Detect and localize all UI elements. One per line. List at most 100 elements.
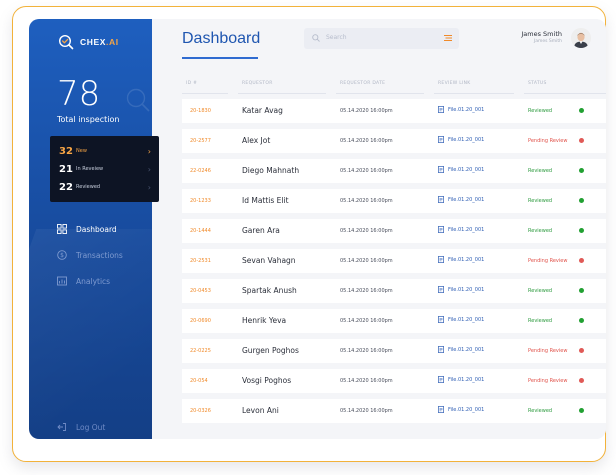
document-icon [438, 136, 444, 143]
review-link-text[interactable]: File.01.20_001 [448, 347, 484, 353]
sidebar-item-transactions[interactable]: $ Transactions [57, 248, 123, 262]
total-inspection-label: Total inspection [57, 115, 120, 124]
document-icon [438, 286, 444, 293]
review-link[interactable]: File.01.20_001 [438, 106, 484, 113]
sidebar-item-analytics[interactable]: Analytics [57, 274, 110, 288]
review-link-text[interactable]: File.01.20_001 [448, 227, 484, 233]
review-link[interactable]: File.01.20_001 [438, 286, 484, 293]
table-row[interactable]: 20-1830 Katar Avag 05.14.2020 16:00pm File.… [182, 99, 606, 123]
status-text: Pending Review [528, 348, 568, 354]
row-id[interactable]: 20-0690 [190, 318, 211, 324]
column-header-requestor-date[interactable]: REQUESTOR DATE [340, 81, 385, 86]
column-header-id[interactable]: ID # [186, 81, 197, 86]
row-id[interactable]: 20-1233 [190, 198, 211, 204]
status-text: Pending Review [528, 258, 568, 264]
review-link-text[interactable]: File.01.20_001 [448, 107, 484, 113]
column-header-review-link[interactable]: REVIEW LINK [438, 81, 471, 86]
row-id[interactable]: 20-2531 [190, 258, 211, 264]
document-icon [438, 256, 444, 263]
logout-button[interactable]: Log Out [57, 420, 105, 434]
row-id[interactable]: 20-054 [190, 378, 208, 384]
review-link[interactable]: File.01.20_001 [438, 346, 484, 353]
chevron-right-icon: › [147, 182, 151, 192]
table-row[interactable]: 20-054 Vosgi Poghos 05.14.2020 16:00pm File… [182, 369, 606, 393]
count-label: Reviewed [76, 184, 101, 190]
row-requestor: Sevan Vahagn [242, 256, 296, 265]
column-header-requestor[interactable]: REQUESTOR [242, 81, 273, 86]
row-date: 05.14.2020 16:00pm [340, 228, 393, 234]
row-id[interactable]: 20-1444 [190, 228, 211, 234]
avatar[interactable] [571, 28, 591, 48]
row-date: 05.14.2020 16:00pm [340, 258, 393, 264]
table-row[interactable]: 22-0225 Gurgen Poghos 05.14.2020 16:00pm Fi… [182, 339, 606, 363]
review-link-text[interactable]: File.01.20_001 [448, 167, 484, 173]
row-id[interactable]: 22-0246 [190, 168, 211, 174]
row-id[interactable]: 20-0453 [190, 288, 211, 294]
row-id[interactable]: 20-1830 [190, 108, 211, 114]
search-input[interactable]: Search [326, 34, 347, 41]
search-bar[interactable]: Search [304, 28, 459, 49]
document-icon [438, 346, 444, 353]
column-header-status[interactable]: STATUS [528, 81, 547, 86]
sidebar-item-label: Dashboard [76, 224, 117, 234]
chevron-right-icon: › [147, 164, 151, 174]
row-id[interactable]: 20-2577 [190, 138, 211, 144]
row-requestor: Id Mattis Elit [242, 196, 289, 205]
sidebar-item-label: Transactions [76, 250, 123, 260]
row-requestor: Garen Ara [242, 226, 280, 235]
svg-text:$: $ [60, 252, 64, 259]
status-text: Pending Review [528, 138, 568, 144]
table-row[interactable]: 20-2577 Alex Jot 05.14.2020 16:00pm File.01… [182, 129, 606, 153]
status-text: Reviewed [528, 108, 553, 114]
document-icon [438, 226, 444, 233]
document-icon [438, 166, 444, 173]
table-row[interactable]: 20-0690 Henrik Yeva 05.14.2020 16:00pm File… [182, 309, 606, 333]
row-date: 05.14.2020 16:00pm [340, 168, 393, 174]
status-dot-icon [579, 318, 584, 323]
count-new[interactable]: 32 New › [59, 143, 151, 159]
review-link-text[interactable]: File.01.20_001 [448, 197, 484, 203]
app-window: CHEX.AI 78 Total inspection 32 New › 21 … [29, 19, 606, 439]
status-text: Reviewed [528, 288, 553, 294]
row-requestor: Henrik Yeva [242, 316, 287, 325]
status-text: Reviewed [528, 228, 553, 234]
review-link-text[interactable]: File.01.20_001 [448, 407, 484, 413]
row-date: 05.14.2020 16:00pm [340, 408, 393, 414]
review-link[interactable]: File.01.20_001 [438, 316, 484, 323]
count-value: 22 [59, 181, 73, 193]
table-row[interactable]: 20-1233 Id Mattis Elit 05.14.2020 16:00pm F… [182, 189, 606, 213]
review-link[interactable]: File.01.20_001 [438, 376, 484, 383]
review-link-text[interactable]: File.01.20_001 [448, 287, 484, 293]
column-divider [434, 93, 514, 94]
logo[interactable]: CHEX.AI [58, 34, 119, 50]
filter-icon[interactable] [443, 33, 453, 43]
count-reviewed[interactable]: 22 Reviewed › [59, 179, 151, 195]
sidebar-item-dashboard[interactable]: Dashboard [57, 222, 117, 236]
row-requestor: Katar Avag [242, 106, 283, 115]
row-id[interactable]: 20-0326 [190, 408, 211, 414]
status-dot-icon [579, 408, 584, 413]
review-link-text[interactable]: File.01.20_001 [448, 257, 484, 263]
review-link[interactable]: File.01.20_001 [438, 406, 484, 413]
column-divider [238, 93, 326, 94]
table-row[interactable]: 20-0453 Spartak Anush 05.14.2020 16:00pm Fi… [182, 279, 606, 303]
review-link[interactable]: File.01.20_001 [438, 136, 484, 143]
review-link-text[interactable]: File.01.20_001 [448, 317, 484, 323]
user-role: James Smith [533, 39, 562, 44]
table-row[interactable]: 22-0246 Diego Mahnath 05.14.2020 16:00pm Fi… [182, 159, 606, 183]
status-dot-icon [579, 258, 584, 263]
table-row[interactable]: 20-2531 Sevan Vahagn 05.14.2020 16:00pm Fil… [182, 249, 606, 273]
review-link[interactable]: File.01.20_001 [438, 166, 484, 173]
review-link[interactable]: File.01.20_001 [438, 256, 484, 263]
status-text: Reviewed [528, 408, 553, 414]
page-title: Dashboard [182, 30, 261, 47]
review-link[interactable]: File.01.20_001 [438, 196, 484, 203]
table-row[interactable]: 20-0326 Levon Ani 05.14.2020 16:00pm File.0… [182, 399, 606, 423]
review-link-text[interactable]: File.01.20_001 [448, 377, 484, 383]
review-link[interactable]: File.01.20_001 [438, 226, 484, 233]
user-avatar-icon [571, 28, 591, 48]
table-row[interactable]: 20-1444 Garen Ara 05.14.2020 16:00pm File.0… [182, 219, 606, 243]
count-in-review[interactable]: 21 In Reveiew › [59, 161, 151, 177]
row-id[interactable]: 22-0225 [190, 348, 211, 354]
review-link-text[interactable]: File.01.20_001 [448, 137, 484, 143]
